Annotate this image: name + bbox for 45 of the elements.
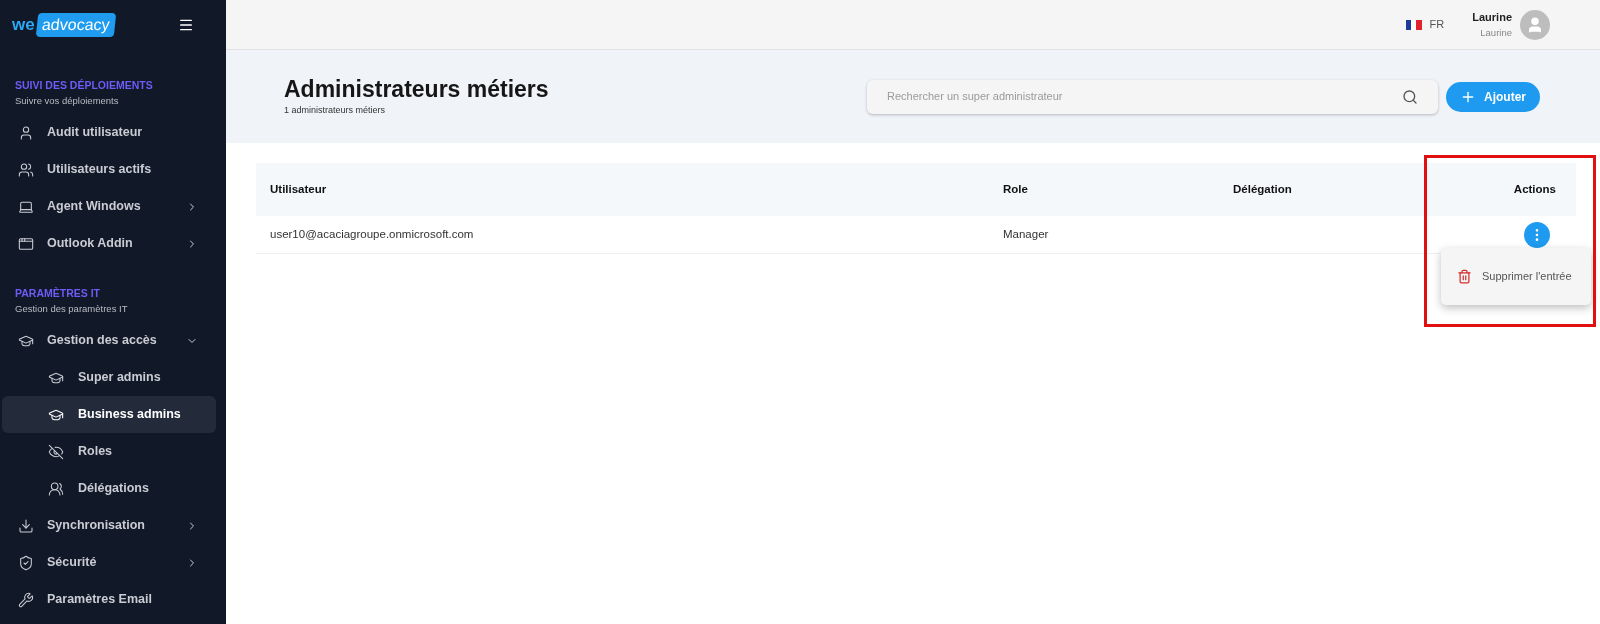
sidebar-item[interactable]: Synchronisation — [2, 507, 216, 544]
logo-badge: advocacy — [35, 13, 116, 37]
trash-icon — [1457, 269, 1472, 284]
table-cell-text: user10@acaciagroupe.onmicrosoft.com — [270, 226, 475, 242]
user-subtitle: Laurine — [1480, 25, 1512, 40]
column-header: Actions — [1513, 181, 1557, 197]
shield-icon — [18, 554, 34, 571]
sidebar-item[interactable]: Outlook Addin — [2, 225, 216, 262]
users-icon — [18, 161, 34, 178]
language-label[interactable]: FR — [1429, 16, 1445, 33]
logo-prefix: we — [12, 14, 35, 37]
menu-item[interactable]: Supprimer l'entrée — [1441, 258, 1591, 295]
sidebar-item[interactable]: Paramètres Email — [2, 581, 216, 618]
search-icon[interactable] — [1402, 88, 1418, 105]
window-icon — [18, 235, 34, 252]
wrench-icon — [18, 591, 34, 608]
eye-off-icon — [48, 443, 64, 460]
sidebar-item[interactable]: Roles — [2, 433, 216, 470]
section-title: SUIVI DES DÉPLOIEMENTS — [14, 78, 154, 93]
column-header: Délégation — [1233, 181, 1293, 197]
user-name: Laurine — [1472, 10, 1512, 26]
table-cell-text: Manager — [1003, 226, 1050, 242]
sidebar-item[interactable]: Agent Windows — [2, 188, 216, 225]
column-header: Role — [1003, 181, 1029, 197]
sidebar-item[interactable]: Super admins — [2, 359, 216, 396]
search-bar[interactable]: Rechercher un super administrateur — [867, 79, 1438, 114]
section-title: PARAMÈTRES IT — [14, 286, 101, 301]
page-title: Administrateurs métiers — [284, 75, 550, 105]
section-subtitle: Gestion des paramètres IT — [14, 301, 129, 316]
sidebar-item[interactable]: Audit utilisateur — [2, 114, 216, 151]
user-icon — [18, 124, 34, 141]
section-subtitle: Suivre vos déploiements — [14, 93, 120, 108]
menu-icon[interactable] — [178, 17, 194, 33]
search-field[interactable]: Rechercher un super administrateur — [887, 88, 1402, 105]
flag-icon — [1405, 19, 1422, 30]
sidebar-item[interactable]: Utilisateurs actifs — [2, 151, 216, 188]
page-subtitle: 1 administrateurs métiers — [284, 104, 387, 118]
download-icon — [18, 517, 34, 534]
sidebar-item[interactable]: Business admins — [2, 396, 216, 433]
more-options-button[interactable] — [1524, 221, 1550, 248]
sidebar-item[interactable]: Sécurité — [2, 544, 216, 581]
sidebar-item[interactable]: Délégations — [2, 470, 216, 507]
users-icon — [48, 480, 64, 497]
column-header: Utilisateur — [270, 181, 328, 197]
sidebar-item[interactable]: Gestion des accès — [2, 322, 216, 359]
